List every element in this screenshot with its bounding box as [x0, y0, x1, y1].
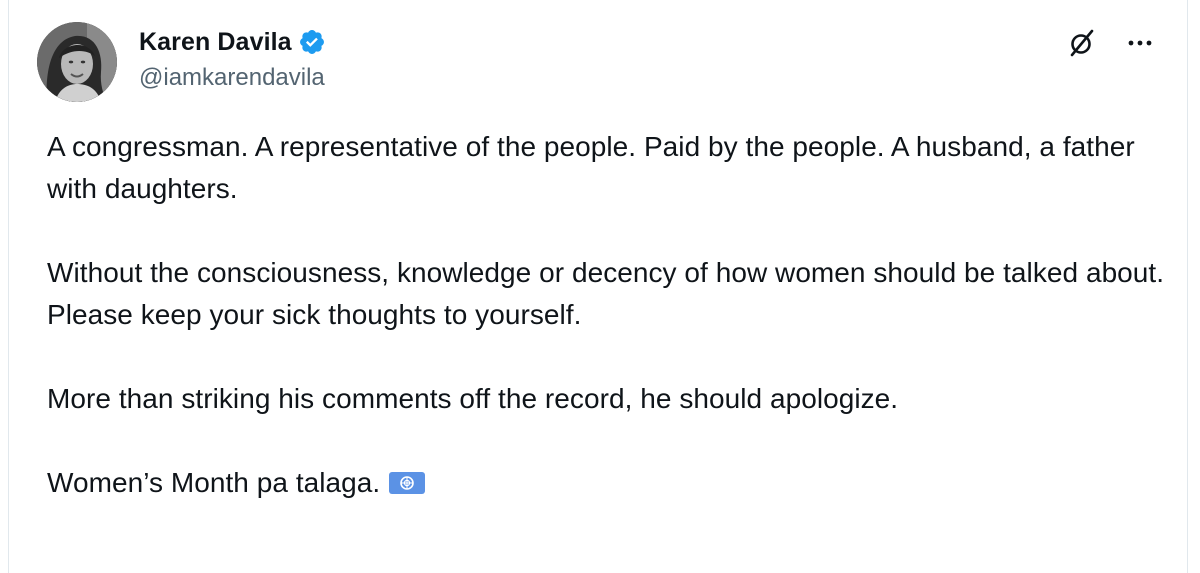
tweet-text: A congressman. A representative of the p…	[47, 126, 1167, 504]
united-nations-flag-icon	[388, 465, 426, 494]
author-handle[interactable]: @iamkarendavila	[139, 64, 326, 92]
avatar[interactable]	[37, 22, 117, 102]
tweet-paragraph: Without the consciousness, knowledge or …	[47, 257, 1180, 330]
author-names: Karen Davila @iamkarendavila	[139, 26, 326, 92]
tweet-card: Karen Davila @iamkarendavila A congressm…	[8, 0, 1188, 573]
profile-photo	[37, 22, 117, 102]
grok-icon[interactable]	[1067, 28, 1097, 58]
tweet-paragraph-last: Women’s Month pa talaga.	[47, 462, 1167, 504]
verified-badge-icon[interactable]	[298, 28, 326, 56]
tweet-header: Karen Davila @iamkarendavila	[37, 22, 1157, 102]
display-name[interactable]: Karen Davila	[139, 28, 292, 57]
more-options-icon[interactable]	[1123, 30, 1157, 56]
tweet-paragraph: More than striking his comments off the …	[47, 383, 899, 414]
display-name-row: Karen Davila	[139, 26, 326, 58]
tweet-paragraph-text: Women’s Month pa talaga.	[47, 467, 381, 498]
tweet-paragraph: A congressman. A representative of the p…	[47, 131, 1143, 204]
